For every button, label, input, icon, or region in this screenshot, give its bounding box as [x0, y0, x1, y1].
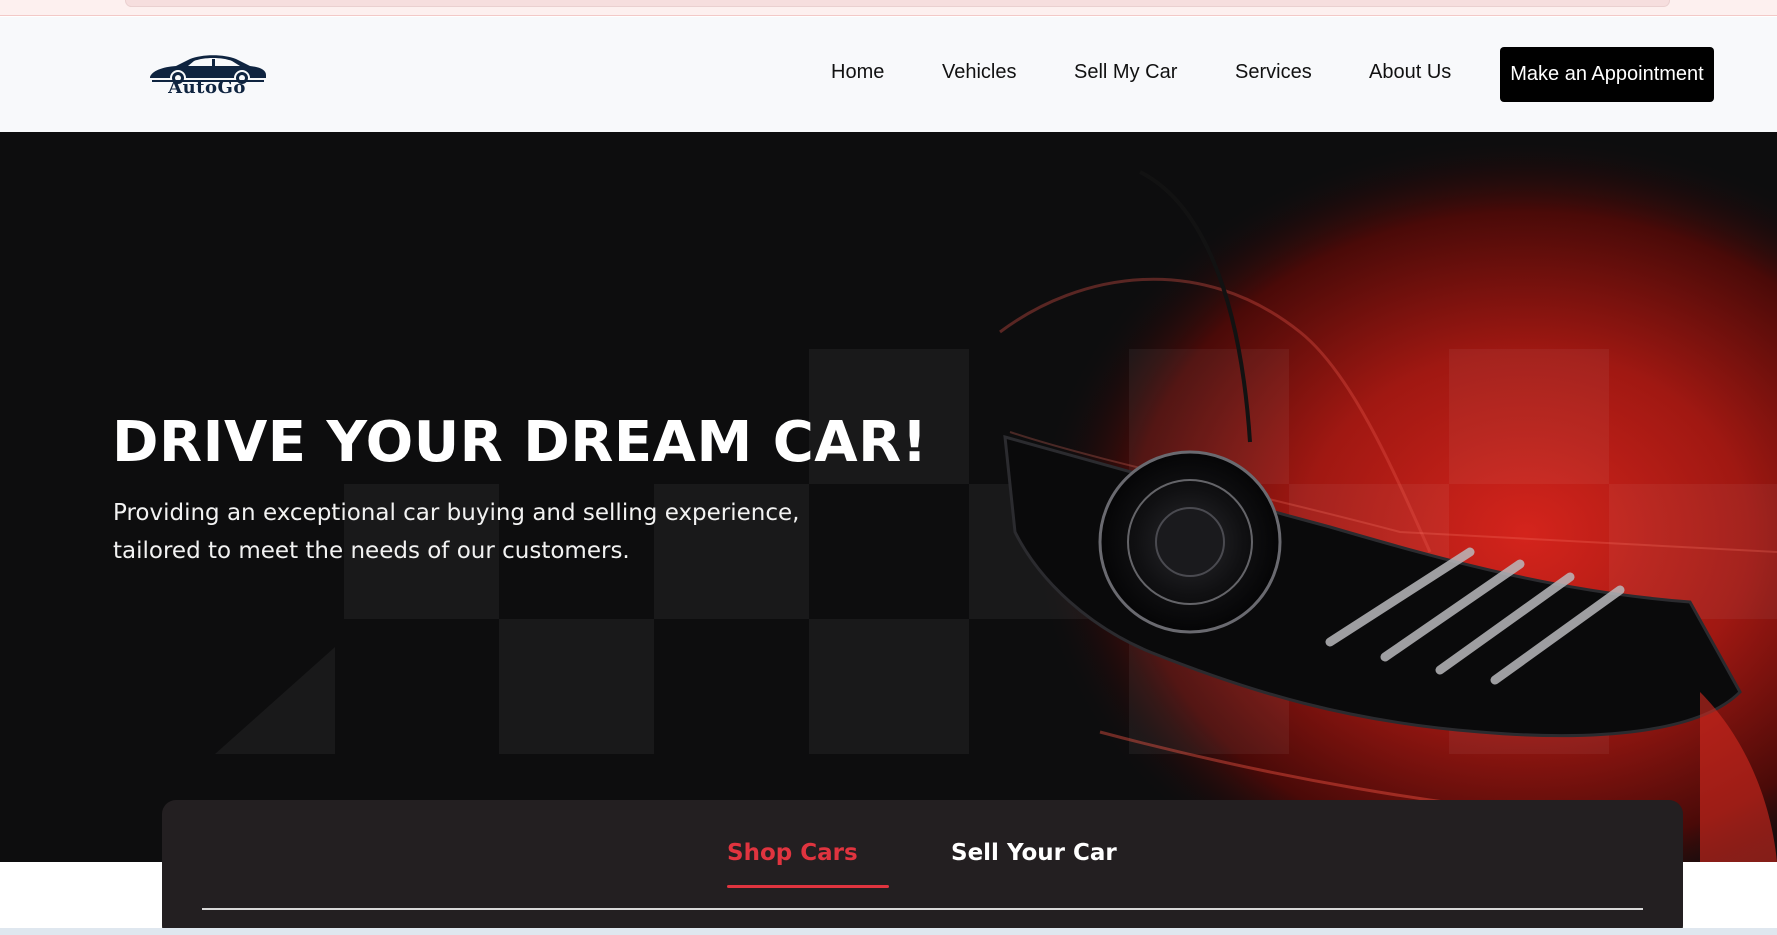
hero-title: DRIVE YOUR DREAM CAR!	[112, 410, 928, 475]
make-appointment-button[interactable]: Make an Appointment	[1500, 47, 1714, 102]
tab-shop-cars[interactable]: Shop Cars	[727, 840, 858, 866]
vehicle-search-card: Shop Cars Sell Your Car	[162, 800, 1683, 935]
site-header: AutoGo Home Vehicles Sell My Car Service…	[0, 17, 1777, 132]
brand-logo[interactable]: AutoGo	[132, 51, 282, 111]
nav-services[interactable]: Services	[1235, 61, 1312, 84]
browser-bottom-strip	[0, 928, 1777, 935]
hero-subtitle: Providing an exceptional car buying and …	[113, 500, 800, 564]
nav-sell-my-car[interactable]: Sell My Car	[1074, 61, 1177, 84]
nav-about-us[interactable]: About Us	[1369, 61, 1451, 84]
logo-text: AutoGo	[168, 77, 246, 98]
hero-section: DRIVE YOUR DREAM CAR! Providing an excep…	[0, 132, 1777, 862]
nav-vehicles[interactable]: Vehicles	[942, 61, 1017, 84]
nav-home[interactable]: Home	[831, 61, 884, 84]
tabs-divider	[202, 908, 1643, 910]
browser-address-bar[interactable]	[125, 0, 1670, 7]
tab-sell-your-car[interactable]: Sell Your Car	[951, 840, 1117, 866]
browser-top-strip	[0, 0, 1777, 16]
active-tab-indicator	[727, 885, 889, 888]
